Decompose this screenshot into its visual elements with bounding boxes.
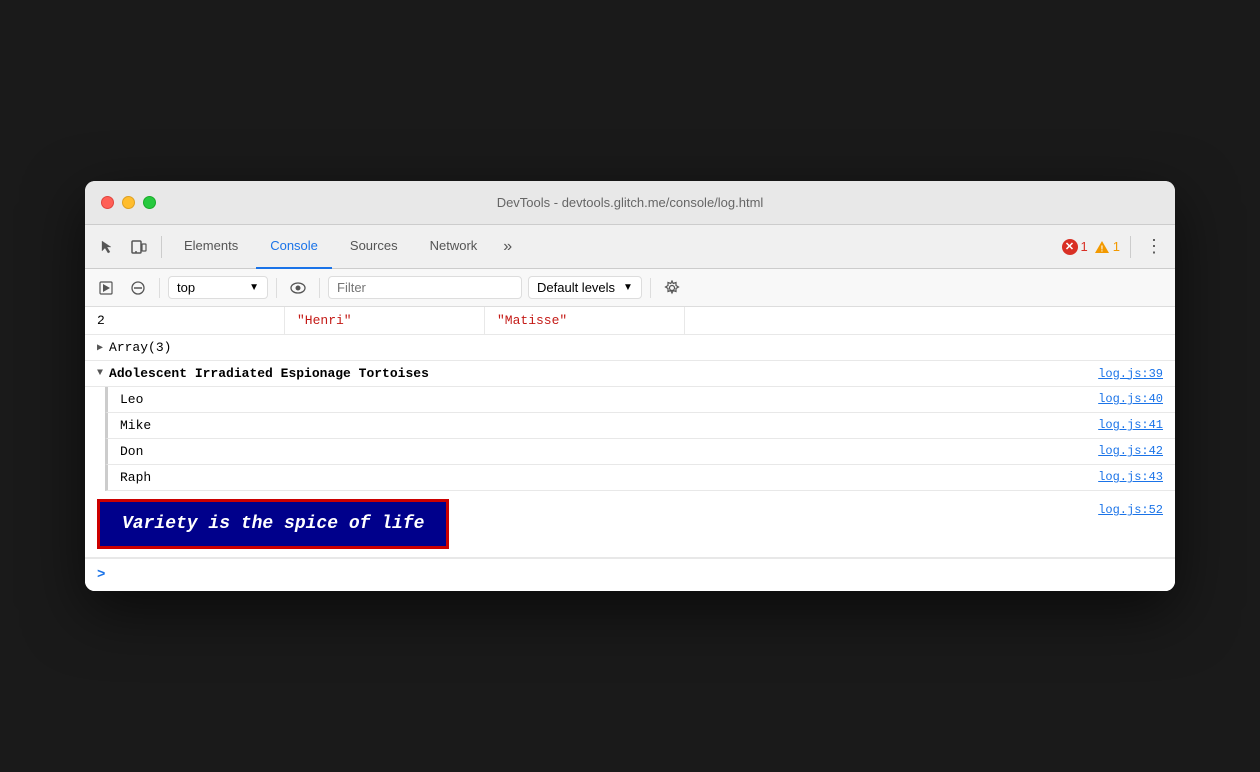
kebab-menu-button[interactable]: ⋮ <box>1141 236 1167 257</box>
more-tabs-button[interactable]: » <box>495 238 520 256</box>
cursor-icon[interactable] <box>93 233 121 261</box>
toolbar-right: ✕ 1 ! 1 ⋮ <box>1062 236 1167 258</box>
log-group-header: Adolescent Irradiated Espionage Tortoise… <box>85 361 1175 387</box>
close-button[interactable] <box>101 196 114 209</box>
log-levels-button[interactable]: Default levels ▼ <box>528 276 642 299</box>
table-cell-first-name: "Henri" <box>285 307 485 334</box>
list-item: Don log.js:42 <box>105 439 1175 465</box>
table-cell-last-name: "Matisse" <box>485 307 685 334</box>
maximize-button[interactable] <box>143 196 156 209</box>
tab-elements[interactable]: Elements <box>170 225 252 269</box>
svg-text:!: ! <box>1100 244 1103 253</box>
collapse-group-icon[interactable] <box>97 368 103 379</box>
context-selector[interactable]: top ▼ <box>168 276 268 299</box>
secondary-toolbar: top ▼ Default levels ▼ <box>85 269 1175 307</box>
traffic-lights <box>101 196 156 209</box>
error-badge: ✕ 1 <box>1062 239 1088 255</box>
warn-icon: ! <box>1094 240 1110 254</box>
table-cell-index: 2 <box>85 307 285 334</box>
tab-network[interactable]: Network <box>416 225 492 269</box>
tab-console[interactable]: Console <box>256 225 332 269</box>
run-snippet-button[interactable] <box>93 275 119 301</box>
tab-sources[interactable]: Sources <box>336 225 412 269</box>
devtools-window: DevTools - devtools.glitch.me/console/lo… <box>85 181 1175 591</box>
chevron-down-icon: ▼ <box>623 282 633 293</box>
styled-log-entry: Variety is the spice of life log.js:52 <box>85 491 1175 558</box>
separator <box>319 278 320 298</box>
table-row: 2 "Henri" "Matisse" <box>85 307 1175 335</box>
styled-message-text: Variety is the spice of life <box>97 499 449 549</box>
window-title: DevTools - devtools.glitch.me/console/lo… <box>497 195 764 210</box>
title-bar: DevTools - devtools.glitch.me/console/lo… <box>85 181 1175 225</box>
list-item: Leo log.js:40 <box>105 387 1175 413</box>
separator <box>159 278 160 298</box>
separator <box>276 278 277 298</box>
console-content: 2 "Henri" "Matisse" Array(3) Adolescent … <box>85 307 1175 591</box>
separator <box>1130 236 1131 258</box>
console-input-field[interactable] <box>113 568 1163 583</box>
settings-icon[interactable] <box>659 275 685 301</box>
warn-badge: ! 1 <box>1094 239 1120 254</box>
console-input-row[interactable]: > <box>85 558 1175 591</box>
separator <box>650 278 651 298</box>
main-toolbar: Elements Console Sources Network » ✕ 1 ! <box>85 225 1175 269</box>
device-toggle-icon[interactable] <box>125 233 153 261</box>
table-cell-empty <box>685 307 885 334</box>
error-icon: ✕ <box>1062 239 1078 255</box>
clear-console-button[interactable] <box>125 275 151 301</box>
array-row[interactable]: Array(3) <box>85 335 1175 361</box>
chevron-down-icon: ▼ <box>249 282 259 293</box>
console-prompt-icon: > <box>97 567 105 583</box>
minimize-button[interactable] <box>122 196 135 209</box>
separator <box>161 236 162 258</box>
list-item: Raph log.js:43 <box>105 465 1175 491</box>
expand-array-icon[interactable] <box>97 342 103 354</box>
list-item: Mike log.js:41 <box>105 413 1175 439</box>
filter-input[interactable] <box>328 276 522 299</box>
eye-icon[interactable] <box>285 275 311 301</box>
